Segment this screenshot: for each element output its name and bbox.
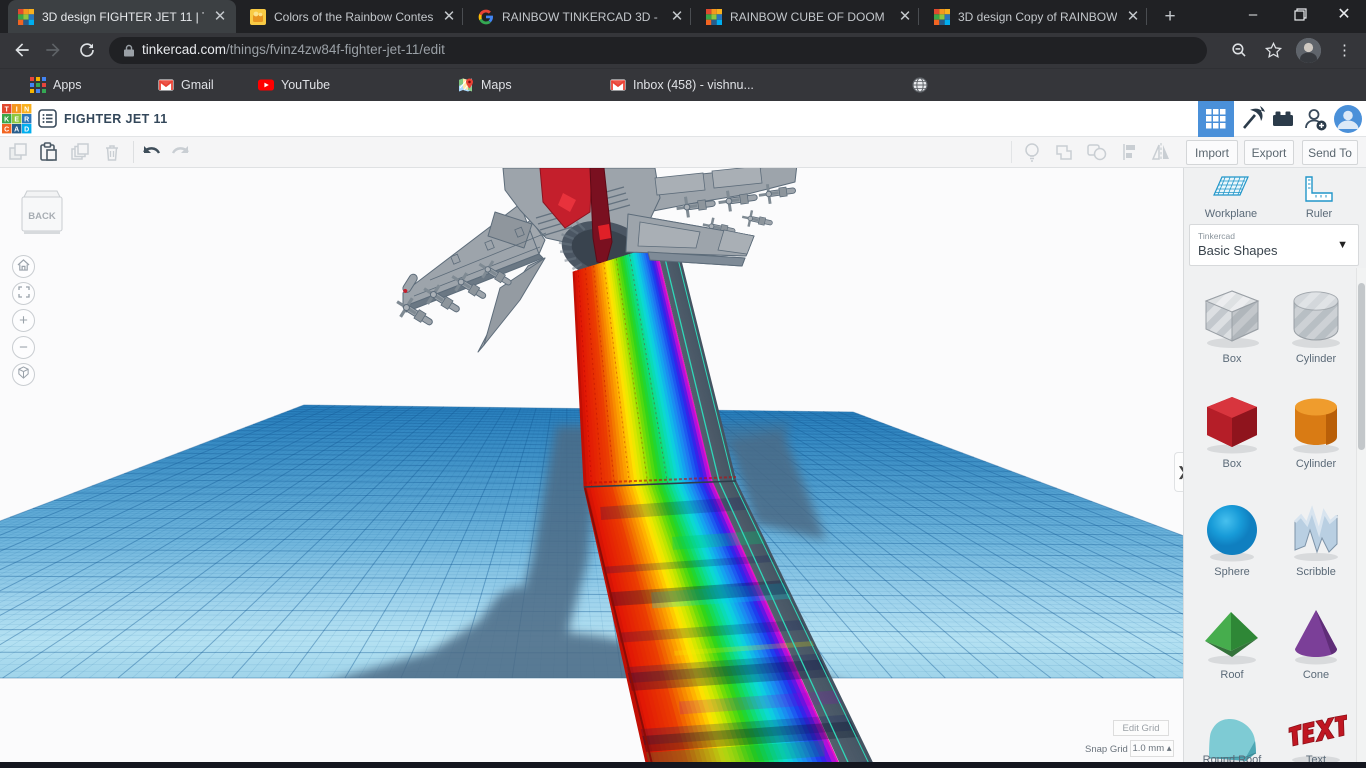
svg-text:R: R — [24, 117, 29, 124]
svg-text:A: A — [14, 127, 19, 134]
svg-text:N: N — [24, 107, 29, 114]
svg-text:E: E — [14, 117, 19, 124]
svg-text:I: I — [16, 107, 18, 114]
svg-text:K: K — [4, 117, 9, 124]
svg-text:D: D — [24, 127, 29, 134]
svg-text:BACK: BACK — [28, 211, 56, 222]
svg-text:T: T — [5, 107, 10, 114]
svg-text:C: C — [4, 127, 9, 134]
